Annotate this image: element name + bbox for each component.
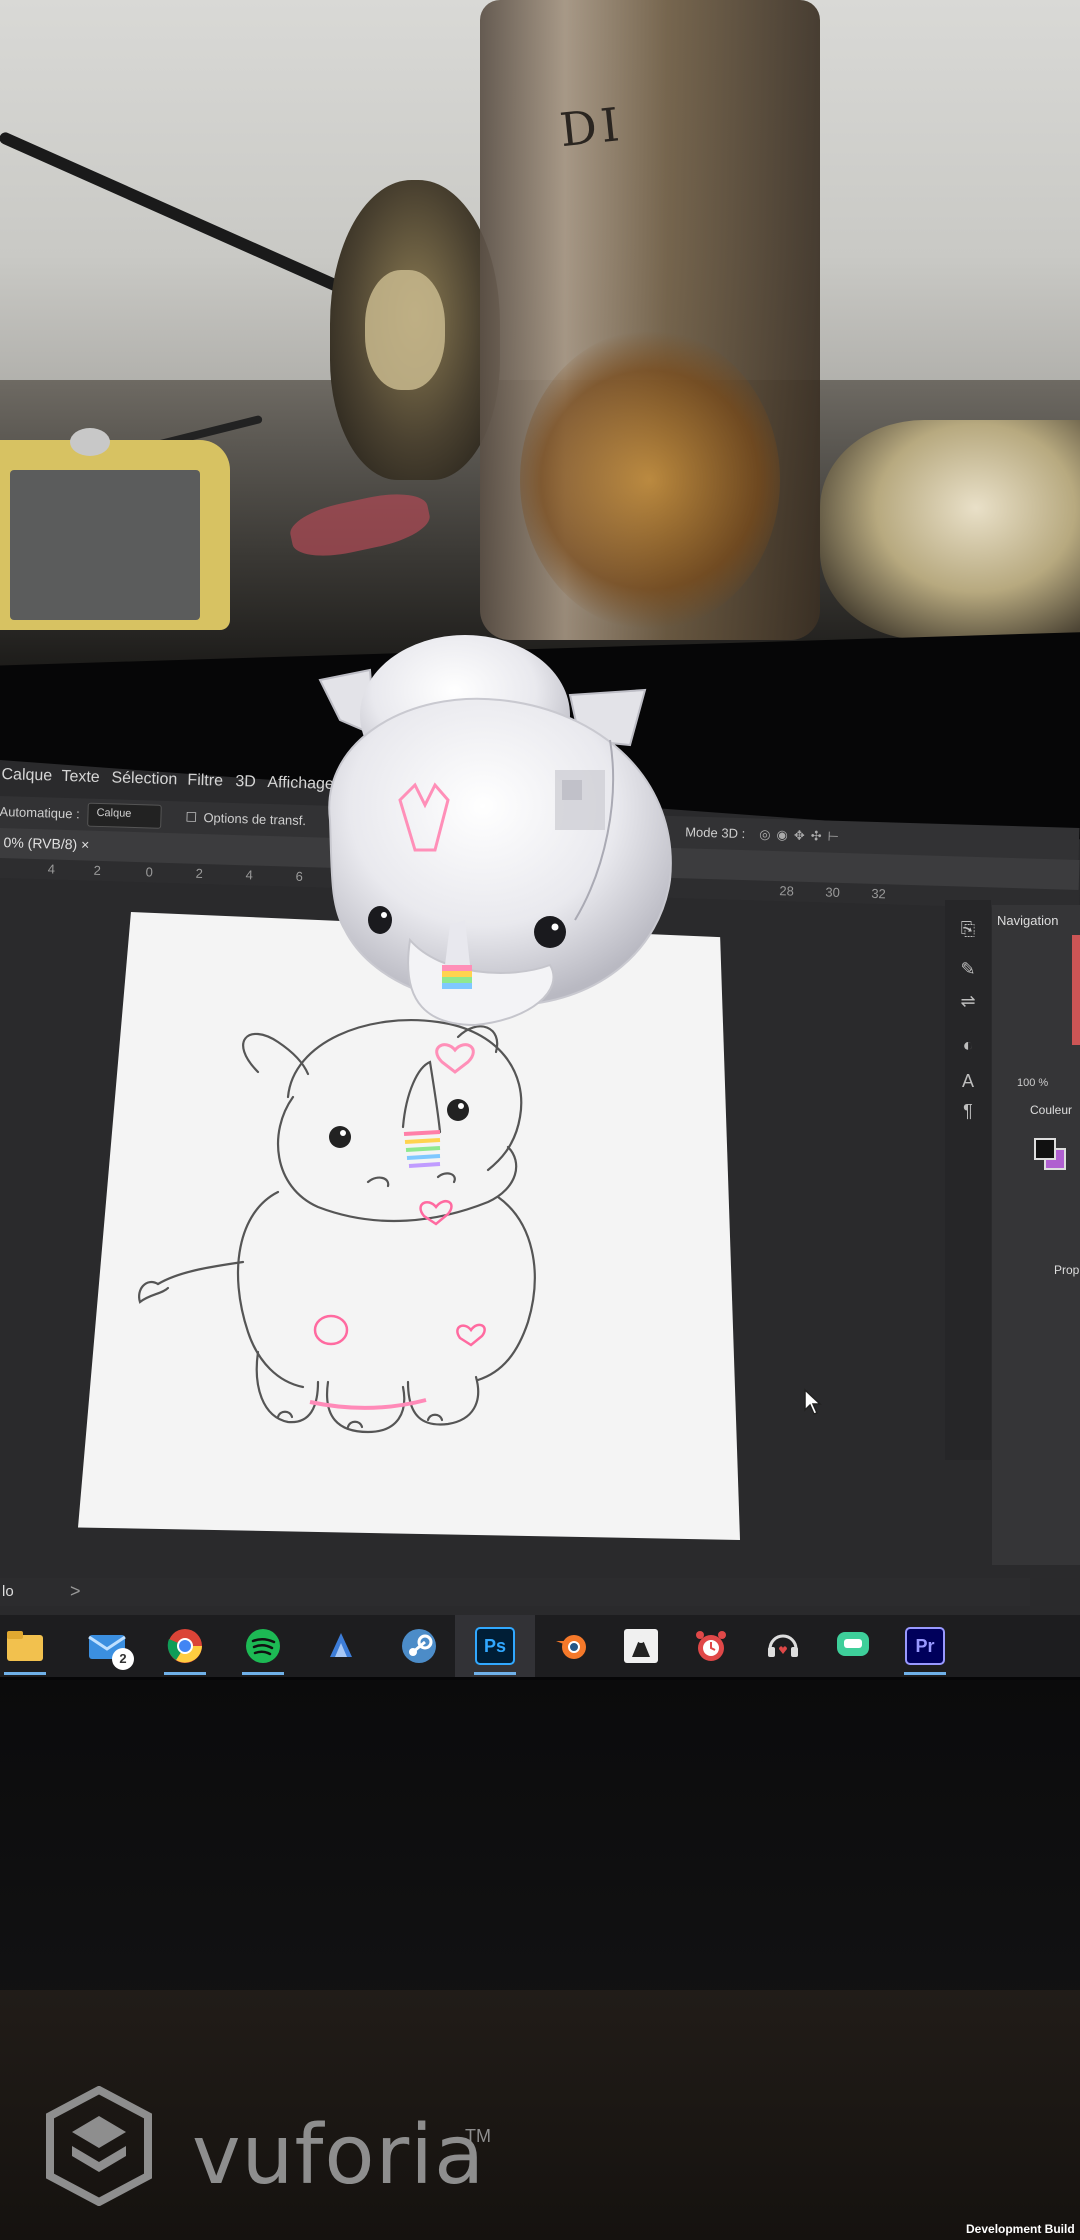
handheld-device-screen xyxy=(10,470,200,620)
taskbar-photoshop[interactable]: Ps xyxy=(472,1623,518,1675)
steam-icon xyxy=(402,1629,436,1663)
paragraph-icon[interactable]: ¶ xyxy=(957,1100,979,1122)
taskbar-chrome[interactable] xyxy=(162,1623,208,1675)
menu-filtre[interactable]: Filtre xyxy=(187,772,223,791)
rhino-eye-left xyxy=(329,1126,351,1148)
windows-taskbar: Ps Pr xyxy=(0,1615,1080,1677)
menu-3d[interactable]: 3D xyxy=(235,773,256,792)
photoshop-tool-strip: ⎘ ✎ ⇌ ◐ A ¶ xyxy=(945,900,991,1460)
taskbar-chat-app[interactable] xyxy=(830,1623,876,1669)
document-tab[interactable]: 0% (RVB/8) × xyxy=(3,834,89,853)
photoshop-status-bar: lo > xyxy=(0,1578,1030,1606)
foreground-color-swatch[interactable] xyxy=(1034,1138,1056,1160)
vuforia-trademark: TM xyxy=(465,2126,491,2146)
mail-unread-badge: 2 xyxy=(112,1648,134,1670)
chat-bubble-icon xyxy=(837,1632,869,1656)
photoshop-right-panel: Navigation 100 % Couleur Prop xyxy=(992,905,1080,1565)
3d-mode-tools-icon[interactable]: ◎◉✥✣⊢ xyxy=(759,827,845,846)
layer-select-value: Calque xyxy=(96,806,132,820)
shape-icon[interactable]: ◐ xyxy=(957,1034,979,1056)
brush-icon[interactable]: ✎ xyxy=(957,958,979,980)
alarm-clock-icon xyxy=(696,1631,726,1661)
navigation-panel-title[interactable]: Navigation xyxy=(997,913,1058,928)
headset-icon xyxy=(768,1634,798,1657)
rhino-eye-right xyxy=(447,1099,469,1121)
properties-panel-title[interactable]: Prop xyxy=(1054,1263,1079,1277)
taskbar-headset-app[interactable] xyxy=(760,1623,806,1669)
navigation-zoom-value[interactable]: 100 % xyxy=(1017,1077,1048,1089)
auto-select-label: Automatique : xyxy=(0,803,80,822)
taskbar-blender[interactable] xyxy=(548,1623,594,1669)
adjust-icon[interactable]: ⇌ xyxy=(957,990,979,1012)
ruler-number: 28 xyxy=(779,883,795,899)
mouse-cursor-icon xyxy=(804,1388,822,1415)
transform-options-label[interactable]: Options de transf. xyxy=(203,810,306,828)
taskbar-inkscape[interactable] xyxy=(618,1623,664,1669)
transform-options-checkbox-icon[interactable]: ☐ xyxy=(185,810,197,826)
menu-calque[interactable]: Calque xyxy=(1,766,52,785)
inkscape-icon xyxy=(624,1629,658,1663)
app-launcher-icon xyxy=(330,1633,352,1657)
taskbar-blue-app[interactable] xyxy=(318,1623,364,1669)
taskbar-steam[interactable] xyxy=(396,1623,442,1669)
taskbar-spotify[interactable] xyxy=(240,1623,286,1675)
taskbar-alarm[interactable] xyxy=(688,1623,734,1669)
wooden-desk-surface xyxy=(0,1990,1080,2240)
development-build-label: Development Build xyxy=(966,2222,1075,2236)
handheld-device-button xyxy=(70,428,110,456)
color-panel-title[interactable]: Couleur xyxy=(1030,1103,1072,1117)
ar-rhino-3d-model[interactable] xyxy=(300,620,690,1090)
headphones xyxy=(820,420,1080,640)
ruler-number: 2 xyxy=(195,865,204,882)
status-arrow-icon[interactable]: > xyxy=(70,1581,81,1602)
vuforia-logo-icon xyxy=(46,2086,152,2206)
totoro-figurine-belly xyxy=(365,270,445,390)
status-text: lo xyxy=(2,1583,14,1600)
ruler-number: 4 xyxy=(47,861,56,877)
menu-selection[interactable]: Sélection xyxy=(111,769,177,789)
ruler-number: 4 xyxy=(245,867,254,883)
menu-texte[interactable]: Texte xyxy=(61,768,100,787)
folder-icon xyxy=(7,1631,43,1661)
vuforia-wordmark: vuforia xyxy=(192,2108,486,2203)
taskbar-file-explorer[interactable] xyxy=(2,1623,48,1675)
photoshop-icon: Ps xyxy=(475,1627,515,1665)
spotify-icon xyxy=(246,1629,280,1663)
text-tool-icon[interactable]: A xyxy=(957,1070,979,1092)
chrome-icon xyxy=(167,1629,202,1663)
taskbar-premiere[interactable]: Pr xyxy=(902,1623,948,1675)
blender-icon xyxy=(556,1635,586,1659)
ruler-number: 32 xyxy=(871,885,887,902)
navigation-thumbnail[interactable] xyxy=(1072,935,1080,1045)
candle-glow xyxy=(520,330,780,630)
history-icon[interactable]: ⎘ xyxy=(957,918,979,940)
ruler-number: 2 xyxy=(93,862,102,878)
ruler-number: 0 xyxy=(145,864,154,880)
layer-select-dropdown[interactable]: Calque xyxy=(87,802,162,829)
ruler-number: 30 xyxy=(825,884,841,900)
premiere-icon: Pr xyxy=(905,1627,945,1665)
mode-3d-label: Mode 3D : xyxy=(685,824,746,842)
